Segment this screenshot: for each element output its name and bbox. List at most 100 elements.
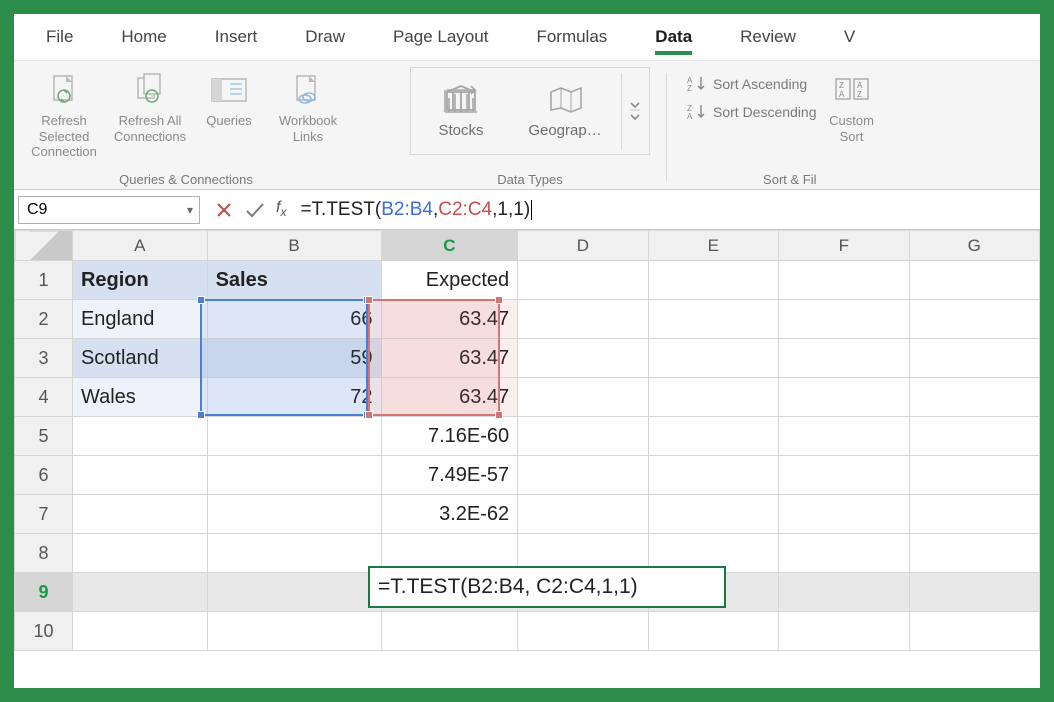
cell-E2[interactable] — [648, 300, 778, 339]
cell-G10[interactable] — [909, 612, 1039, 651]
col-header-E[interactable]: E — [648, 231, 778, 261]
cell-B10[interactable] — [207, 612, 381, 651]
cell-B2[interactable]: 66 — [207, 300, 381, 339]
row-header-2[interactable]: 2 — [15, 300, 73, 339]
cell-F5[interactable] — [779, 417, 909, 456]
cell-C3[interactable]: 63.47 — [381, 339, 518, 378]
cell-A5[interactable] — [72, 417, 207, 456]
enter-formula-button[interactable] — [244, 200, 266, 220]
row-header-3[interactable]: 3 — [15, 339, 73, 378]
cell-G9[interactable] — [909, 573, 1039, 612]
cell-E5[interactable] — [648, 417, 778, 456]
workbook-links-button[interactable]: Workbook Links — [270, 67, 346, 144]
cell-B3[interactable]: 59 — [207, 339, 381, 378]
cell-E10[interactable] — [648, 612, 778, 651]
tab-draw[interactable]: Draw — [281, 19, 369, 55]
cell-D6[interactable] — [518, 456, 648, 495]
cell-C1[interactable]: Expected — [381, 261, 518, 300]
cell-D1[interactable] — [518, 261, 648, 300]
cell-F8[interactable] — [779, 534, 909, 573]
sort-ascending-button[interactable]: AZ Sort Ascending — [687, 75, 817, 93]
cell-C7[interactable]: 3.2E-62 — [381, 495, 518, 534]
tab-insert[interactable]: Insert — [191, 19, 282, 55]
row-header-9[interactable]: 9 — [15, 573, 73, 612]
cell-G6[interactable] — [909, 456, 1039, 495]
cell-G5[interactable] — [909, 417, 1039, 456]
cell-B1[interactable]: Sales — [207, 261, 381, 300]
col-header-D[interactable]: D — [518, 231, 648, 261]
cell-C6[interactable]: 7.49E-57 — [381, 456, 518, 495]
cell-A1[interactable]: Region — [72, 261, 207, 300]
cell-D2[interactable] — [518, 300, 648, 339]
cell-B9[interactable] — [207, 573, 381, 612]
cell-B8[interactable] — [207, 534, 381, 573]
cell-D10[interactable] — [518, 612, 648, 651]
select-all-corner[interactable] — [15, 231, 73, 261]
cell-C4[interactable]: 63.47 — [381, 378, 518, 417]
cell-A7[interactable] — [72, 495, 207, 534]
row-header-7[interactable]: 7 — [15, 495, 73, 534]
cell-G2[interactable] — [909, 300, 1039, 339]
cell-G4[interactable] — [909, 378, 1039, 417]
row-header-6[interactable]: 6 — [15, 456, 73, 495]
cell-F10[interactable] — [779, 612, 909, 651]
cell-D5[interactable] — [518, 417, 648, 456]
spreadsheet-grid[interactable]: A B C D E F G 1 Region Sales Expected — [14, 230, 1040, 688]
cell-F6[interactable] — [779, 456, 909, 495]
cell-E7[interactable] — [648, 495, 778, 534]
in-cell-formula-editor[interactable]: =T.TEST(B2:B4, C2:C4,1,1) — [368, 566, 726, 608]
queries-button[interactable]: Queries — [198, 67, 260, 129]
cell-B7[interactable] — [207, 495, 381, 534]
cell-E6[interactable] — [648, 456, 778, 495]
cell-E3[interactable] — [648, 339, 778, 378]
cell-A3[interactable]: Scotland — [72, 339, 207, 378]
tab-view-partial[interactable]: V — [820, 19, 879, 55]
cell-F2[interactable] — [779, 300, 909, 339]
col-header-C[interactable]: C — [381, 231, 518, 261]
cell-F4[interactable] — [779, 378, 909, 417]
row-header-1[interactable]: 1 — [15, 261, 73, 300]
sort-descending-button[interactable]: ZA Sort Descending — [687, 103, 817, 121]
cell-A8[interactable] — [72, 534, 207, 573]
cell-C2[interactable]: 63.47 — [381, 300, 518, 339]
tab-page-layout[interactable]: Page Layout — [369, 19, 512, 55]
custom-sort-button[interactable]: ZAAZ Custom Sort — [821, 67, 883, 187]
col-header-A[interactable]: A — [72, 231, 207, 261]
cell-B5[interactable] — [207, 417, 381, 456]
tab-formulas[interactable]: Formulas — [512, 19, 631, 55]
row-header-8[interactable]: 8 — [15, 534, 73, 573]
cell-B4[interactable]: 72 — [207, 378, 381, 417]
stocks-button[interactable]: Stocks — [413, 84, 509, 139]
insert-function-button[interactable]: fx — [276, 199, 286, 219]
cell-G8[interactable] — [909, 534, 1039, 573]
cell-A10[interactable] — [72, 612, 207, 651]
cell-A4[interactable]: Wales — [72, 378, 207, 417]
cell-E4[interactable] — [648, 378, 778, 417]
cell-C5[interactable]: 7.16E-60 — [381, 417, 518, 456]
refresh-all-button[interactable]: Refresh All Connections — [112, 67, 188, 144]
data-types-gallery[interactable]: Stocks Geograp… — [410, 67, 650, 155]
cell-G1[interactable] — [909, 261, 1039, 300]
cell-D3[interactable] — [518, 339, 648, 378]
tab-file[interactable]: File — [22, 19, 97, 55]
cell-F7[interactable] — [779, 495, 909, 534]
cell-B6[interactable] — [207, 456, 381, 495]
tab-review[interactable]: Review — [716, 19, 820, 55]
cell-F3[interactable] — [779, 339, 909, 378]
cell-D7[interactable] — [518, 495, 648, 534]
cell-A2[interactable]: England — [72, 300, 207, 339]
cell-G7[interactable] — [909, 495, 1039, 534]
formula-input[interactable]: =T.TEST(B2:B4, C2:C4,1,1) — [294, 196, 1040, 224]
col-header-B[interactable]: B — [207, 231, 381, 261]
cancel-formula-button[interactable] — [214, 200, 234, 220]
row-header-4[interactable]: 4 — [15, 378, 73, 417]
data-types-more-button[interactable] — [621, 73, 647, 149]
cell-A9[interactable] — [72, 573, 207, 612]
cell-G3[interactable] — [909, 339, 1039, 378]
row-header-5[interactable]: 5 — [15, 417, 73, 456]
refresh-selected-button[interactable]: Refresh Selected Connection — [26, 67, 102, 160]
cell-F9[interactable] — [779, 573, 909, 612]
tab-home[interactable]: Home — [97, 19, 190, 55]
cell-D4[interactable] — [518, 378, 648, 417]
cell-C10[interactable] — [381, 612, 518, 651]
